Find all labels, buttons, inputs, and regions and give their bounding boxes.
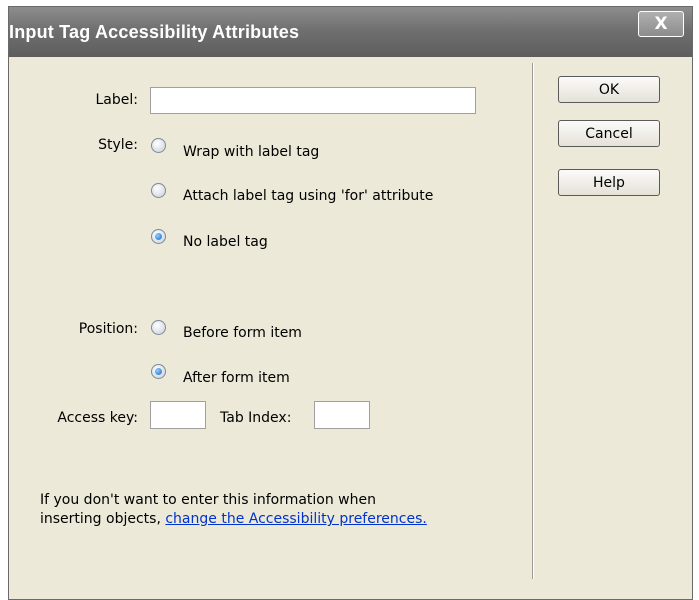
radio-before-form-item[interactable] bbox=[151, 320, 166, 335]
label-caption: Label: bbox=[95, 92, 139, 108]
radio-after-form-item-label[interactable]: After form item bbox=[183, 370, 290, 386]
ok-button[interactable]: OK bbox=[558, 76, 660, 103]
position-caption: Position: bbox=[78, 321, 138, 337]
access-key-caption: Access key: bbox=[57, 410, 138, 426]
radio-attach-for-attribute[interactable] bbox=[151, 183, 166, 198]
accessibility-preferences-link[interactable]: change the Accessibility preferences. bbox=[165, 511, 426, 527]
preferences-note-line1: If you don't want to enter this informat… bbox=[40, 492, 376, 508]
label-input[interactable] bbox=[150, 87, 476, 114]
radio-attach-for-attribute-label[interactable]: Attach label tag using 'for' attribute bbox=[183, 188, 433, 204]
access-key-input[interactable] bbox=[150, 401, 206, 429]
tab-index-caption: Tab Index: bbox=[220, 410, 292, 426]
radio-no-label-tag[interactable] bbox=[151, 229, 166, 244]
dialog-title: Input Tag Accessibility Attributes bbox=[9, 22, 300, 42]
radio-wrap-with-label[interactable] bbox=[151, 138, 166, 153]
preferences-note-text: inserting objects, bbox=[40, 511, 161, 527]
tab-index-input[interactable] bbox=[314, 401, 370, 429]
close-button[interactable]: X bbox=[638, 11, 684, 37]
cancel-button[interactable]: Cancel bbox=[558, 120, 660, 147]
radio-no-label-tag-label[interactable]: No label tag bbox=[183, 234, 268, 250]
radio-after-form-item[interactable] bbox=[151, 364, 166, 379]
title-bar[interactable]: Input Tag Accessibility Attributes X bbox=[9, 7, 692, 57]
style-caption: Style: bbox=[98, 137, 138, 153]
vertical-divider bbox=[532, 63, 533, 579]
help-button[interactable]: Help bbox=[558, 169, 660, 196]
radio-before-form-item-label[interactable]: Before form item bbox=[183, 325, 302, 341]
preferences-note-line2: inserting objects, change the Accessibil… bbox=[40, 511, 427, 527]
radio-wrap-with-label-label[interactable]: Wrap with label tag bbox=[183, 144, 319, 160]
